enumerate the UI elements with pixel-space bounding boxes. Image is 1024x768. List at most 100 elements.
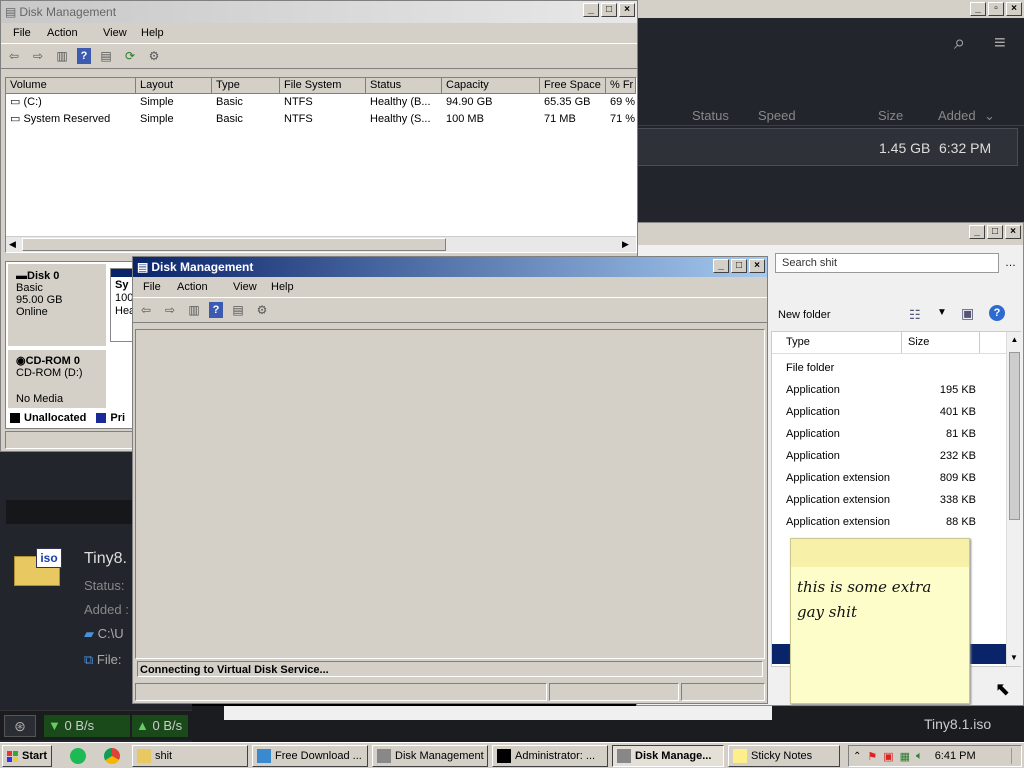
taskbar-item-disk-management-active[interactable]: Disk Manage...	[612, 745, 724, 767]
menu-file[interactable]: File	[143, 281, 177, 293]
help-icon[interactable]: ?	[77, 48, 91, 64]
menu-action[interactable]: Action	[47, 27, 103, 39]
cdrom-label[interactable]: ◉CD-ROM 0 CD-ROM (D:) No Media	[8, 350, 106, 408]
refresh-icon[interactable]: ⟳	[121, 48, 139, 64]
toolbar: ⇦ ⇨ ▥ ? ▤ ⚙	[133, 297, 767, 323]
back-arrow-icon[interactable]: ⇦	[137, 302, 155, 318]
status-message: Connecting to Virtual Disk Service...	[137, 661, 763, 677]
maximize-button[interactable]: □	[987, 225, 1003, 239]
list-item[interactable]: Application 195 KB	[786, 384, 996, 406]
list-item[interactable]: File folder	[786, 362, 996, 384]
preview-pane-icon[interactable]: ▣	[961, 305, 974, 322]
table-row[interactable]: ▭ (C:) Simple Basic NTFS Healthy (B... 9…	[6, 94, 636, 111]
taskbar-item-shit[interactable]: shit	[132, 745, 248, 767]
console-tree-icon[interactable]: ▥	[185, 302, 203, 318]
added-label: Added :	[84, 602, 129, 617]
maximize-button[interactable]: ▫	[988, 2, 1004, 16]
close-button[interactable]: ×	[1005, 225, 1021, 239]
more-icon[interactable]: …	[1005, 257, 1016, 269]
maximize-button[interactable]: □	[731, 259, 747, 273]
column-speed[interactable]: Speed	[758, 108, 796, 123]
action-center-icon[interactable]: ▣	[883, 750, 893, 763]
volume-icon[interactable]: 🔈︎	[916, 750, 923, 763]
list-item[interactable]: Application 401 KB	[786, 406, 996, 428]
column-added[interactable]: Added	[938, 108, 976, 123]
close-button[interactable]: ×	[619, 3, 635, 17]
column-percent-free[interactable]: % Fr	[606, 78, 636, 94]
view-options-icon[interactable]: ☷	[909, 307, 921, 323]
list-item[interactable]: Application 232 KB	[786, 450, 996, 472]
column-size[interactable]: Size	[902, 332, 980, 353]
dropdown-arrow-icon[interactable]: ▼	[937, 307, 947, 318]
column-status[interactable]: Status	[366, 78, 442, 94]
taskbar-item-sticky-notes[interactable]: Sticky Notes	[728, 745, 840, 767]
back-arrow-icon[interactable]: ⇦	[5, 48, 23, 64]
close-button[interactable]: ×	[749, 259, 765, 273]
disk-0-label[interactable]: ▬Disk 0 Basic 95.00 GB Online	[8, 264, 106, 346]
properties-icon[interactable]: ▤	[97, 48, 115, 64]
table-row[interactable]: ▭ System Reserved Simple Basic NTFS Heal…	[6, 111, 636, 128]
taskbar-item-disk-management[interactable]: Disk Management	[372, 745, 488, 767]
forward-arrow-icon[interactable]: ⇨	[29, 48, 47, 64]
column-size[interactable]: Size	[878, 108, 903, 123]
minimize-button[interactable]: _	[583, 3, 599, 17]
column-free-space[interactable]: Free Space	[540, 78, 606, 94]
horizontal-scrollbar[interactable]: ◀ ▶	[6, 236, 636, 252]
list-item[interactable]: Application extension 338 KB	[786, 494, 996, 516]
show-desktop-button[interactable]	[1011, 748, 1019, 764]
list-item[interactable]: Application extension 809 KB	[786, 472, 996, 494]
column-file-system[interactable]: File System	[280, 78, 366, 94]
menu-file[interactable]: File	[13, 27, 47, 39]
help-icon[interactable]: ?	[989, 305, 1005, 321]
help-icon[interactable]: ?	[209, 302, 223, 318]
folder-path[interactable]: ▰ C:\U	[84, 626, 124, 642]
content-pane	[135, 329, 765, 659]
minimize-button[interactable]: _	[970, 2, 986, 16]
search-icon[interactable]: ⌕	[954, 32, 965, 55]
start-button[interactable]: Start	[2, 745, 52, 767]
search-input[interactable]: Search shit	[775, 253, 999, 273]
iso-file-icon: iso	[14, 548, 62, 588]
list-item[interactable]: Application extension 88 KB	[786, 516, 996, 538]
tray-expand-icon[interactable]: ⌃	[853, 751, 861, 762]
column-capacity[interactable]: Capacity	[442, 78, 540, 94]
taskbar-item-free-download[interactable]: Free Download ...	[252, 745, 368, 767]
console-tree-icon[interactable]: ▥	[53, 48, 71, 64]
minimize-button[interactable]: _	[969, 225, 985, 239]
spotify-icon[interactable]	[70, 748, 86, 764]
taskbar-item-administrator[interactable]: Administrator: ...	[492, 745, 608, 767]
sticky-header[interactable]	[791, 539, 969, 567]
minimize-button[interactable]: _	[713, 259, 729, 273]
torrent-app-window: _ ▫ × ⌕ ≡ Status Speed Size Added ⌄ 1.45…	[636, 0, 1024, 222]
new-folder-button[interactable]: New folder	[778, 309, 831, 321]
chrome-icon[interactable]	[104, 748, 120, 764]
menu-help[interactable]: Help	[271, 281, 311, 293]
column-layout[interactable]: Layout	[136, 78, 212, 94]
sticky-text[interactable]: this is some extra gay shit	[791, 567, 969, 633]
file-link[interactable]: ⧉ File:	[84, 652, 121, 668]
network-icon[interactable]: ▦	[900, 750, 910, 763]
maximize-button[interactable]: □	[601, 3, 617, 17]
sticky-note[interactable]: this is some extra gay shit	[790, 538, 970, 704]
column-type[interactable]: Type	[212, 78, 280, 94]
scrollbar[interactable]: ▲ ▼	[1006, 332, 1022, 666]
column-status[interactable]: Status	[692, 108, 729, 123]
torrent-row[interactable]: 1.45 GB 6:32 PM	[636, 128, 1018, 166]
close-button[interactable]: ×	[1006, 2, 1022, 16]
menu-view[interactable]: View	[233, 281, 271, 293]
flag-icon[interactable]: ⚑	[867, 750, 877, 763]
settings-icon[interactable]: ⚙	[145, 48, 163, 64]
column-type[interactable]: Type	[772, 332, 902, 353]
menu-action[interactable]: Action	[177, 281, 233, 293]
explorer-title-bar: _ □ ×	[637, 223, 1023, 245]
clock[interactable]: 6:41 PM	[935, 750, 976, 762]
forward-arrow-icon[interactable]: ⇨	[161, 302, 179, 318]
toolbar: ⇦ ⇨ ▥ ? ▤ ⟳ ⚙	[1, 43, 637, 69]
menu-help[interactable]: Help	[141, 27, 181, 39]
settings-icon[interactable]: ⚙	[253, 302, 271, 318]
properties-icon[interactable]: ▤	[229, 302, 247, 318]
column-volume[interactable]: Volume	[6, 78, 136, 94]
menu-icon[interactable]: ≡	[994, 32, 1006, 55]
list-item[interactable]: Application 81 KB	[786, 428, 996, 450]
menu-view[interactable]: View	[103, 27, 141, 39]
